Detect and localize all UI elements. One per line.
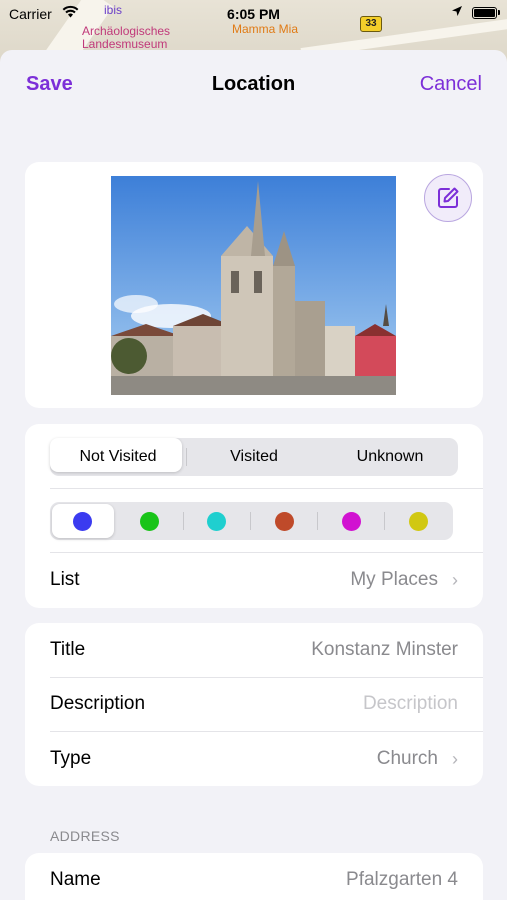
color-option-cyan[interactable] bbox=[207, 512, 226, 531]
type-value: Church bbox=[376, 748, 438, 769]
address-card: Name Pfalzgarten 4 bbox=[25, 853, 483, 900]
location-sheet: Save Location Cancel Not Visited Visited… bbox=[0, 50, 507, 900]
list-label: List bbox=[50, 569, 80, 590]
edit-photo-button[interactable] bbox=[424, 174, 472, 222]
address-section-header: ADDRESS bbox=[50, 828, 120, 844]
address-name-field[interactable]: Pfalzgarten 4 bbox=[346, 869, 458, 891]
settings-card: Not Visited Visited Unknown List My Plac… bbox=[25, 424, 483, 608]
edit-icon bbox=[438, 187, 459, 208]
status-bar: Carrier 6:05 PM bbox=[0, 0, 507, 28]
segment-not-visited[interactable]: Not Visited bbox=[50, 438, 186, 476]
chevron-right-icon: › bbox=[452, 749, 458, 769]
location-photo[interactable] bbox=[111, 176, 396, 395]
segment-visited[interactable]: Visited bbox=[186, 438, 322, 476]
type-label: Type bbox=[50, 748, 92, 769]
divider bbox=[50, 488, 483, 489]
description-label: Description bbox=[50, 693, 146, 714]
description-field[interactable]: Description bbox=[363, 693, 458, 715]
segment-unknown[interactable]: Unknown bbox=[322, 438, 458, 476]
pin-color-picker bbox=[50, 502, 453, 540]
list-row[interactable]: List My Places › bbox=[25, 553, 483, 607]
title-field[interactable]: Konstanz Minster bbox=[311, 639, 458, 661]
title-label: Title bbox=[50, 639, 86, 660]
cancel-button[interactable]: Cancel bbox=[420, 73, 482, 96]
chevron-right-icon: › bbox=[452, 570, 458, 590]
color-divider bbox=[250, 512, 251, 530]
battery-tip bbox=[498, 10, 500, 15]
address-name-label: Name bbox=[50, 869, 101, 890]
color-option-brown[interactable] bbox=[275, 512, 294, 531]
location-arrow-icon bbox=[451, 5, 463, 20]
color-divider bbox=[384, 512, 385, 530]
color-option-blue[interactable] bbox=[73, 512, 92, 531]
type-row[interactable]: Type Church › bbox=[25, 732, 483, 786]
color-option-magenta[interactable] bbox=[342, 512, 361, 531]
color-option-green[interactable] bbox=[140, 512, 159, 531]
address-name-row[interactable]: Name Pfalzgarten 4 bbox=[25, 853, 483, 900]
photo-card bbox=[25, 162, 483, 408]
status-time: 6:05 PM bbox=[227, 6, 280, 22]
map-poi-museum: Archäologisches Landesmuseum bbox=[82, 25, 170, 51]
details-card: Title Konstanz Minster Description Descr… bbox=[25, 623, 483, 786]
list-value: My Places bbox=[350, 569, 438, 590]
nav-bar: Save Location Cancel bbox=[0, 50, 507, 120]
battery-icon bbox=[472, 7, 497, 19]
color-divider bbox=[183, 512, 184, 530]
color-divider bbox=[317, 512, 318, 530]
color-option-yellow[interactable] bbox=[409, 512, 428, 531]
description-row[interactable]: Description Description bbox=[25, 677, 483, 731]
title-row[interactable]: Title Konstanz Minster bbox=[25, 623, 483, 677]
visit-status-segmented-control: Not Visited Visited Unknown bbox=[50, 438, 458, 476]
